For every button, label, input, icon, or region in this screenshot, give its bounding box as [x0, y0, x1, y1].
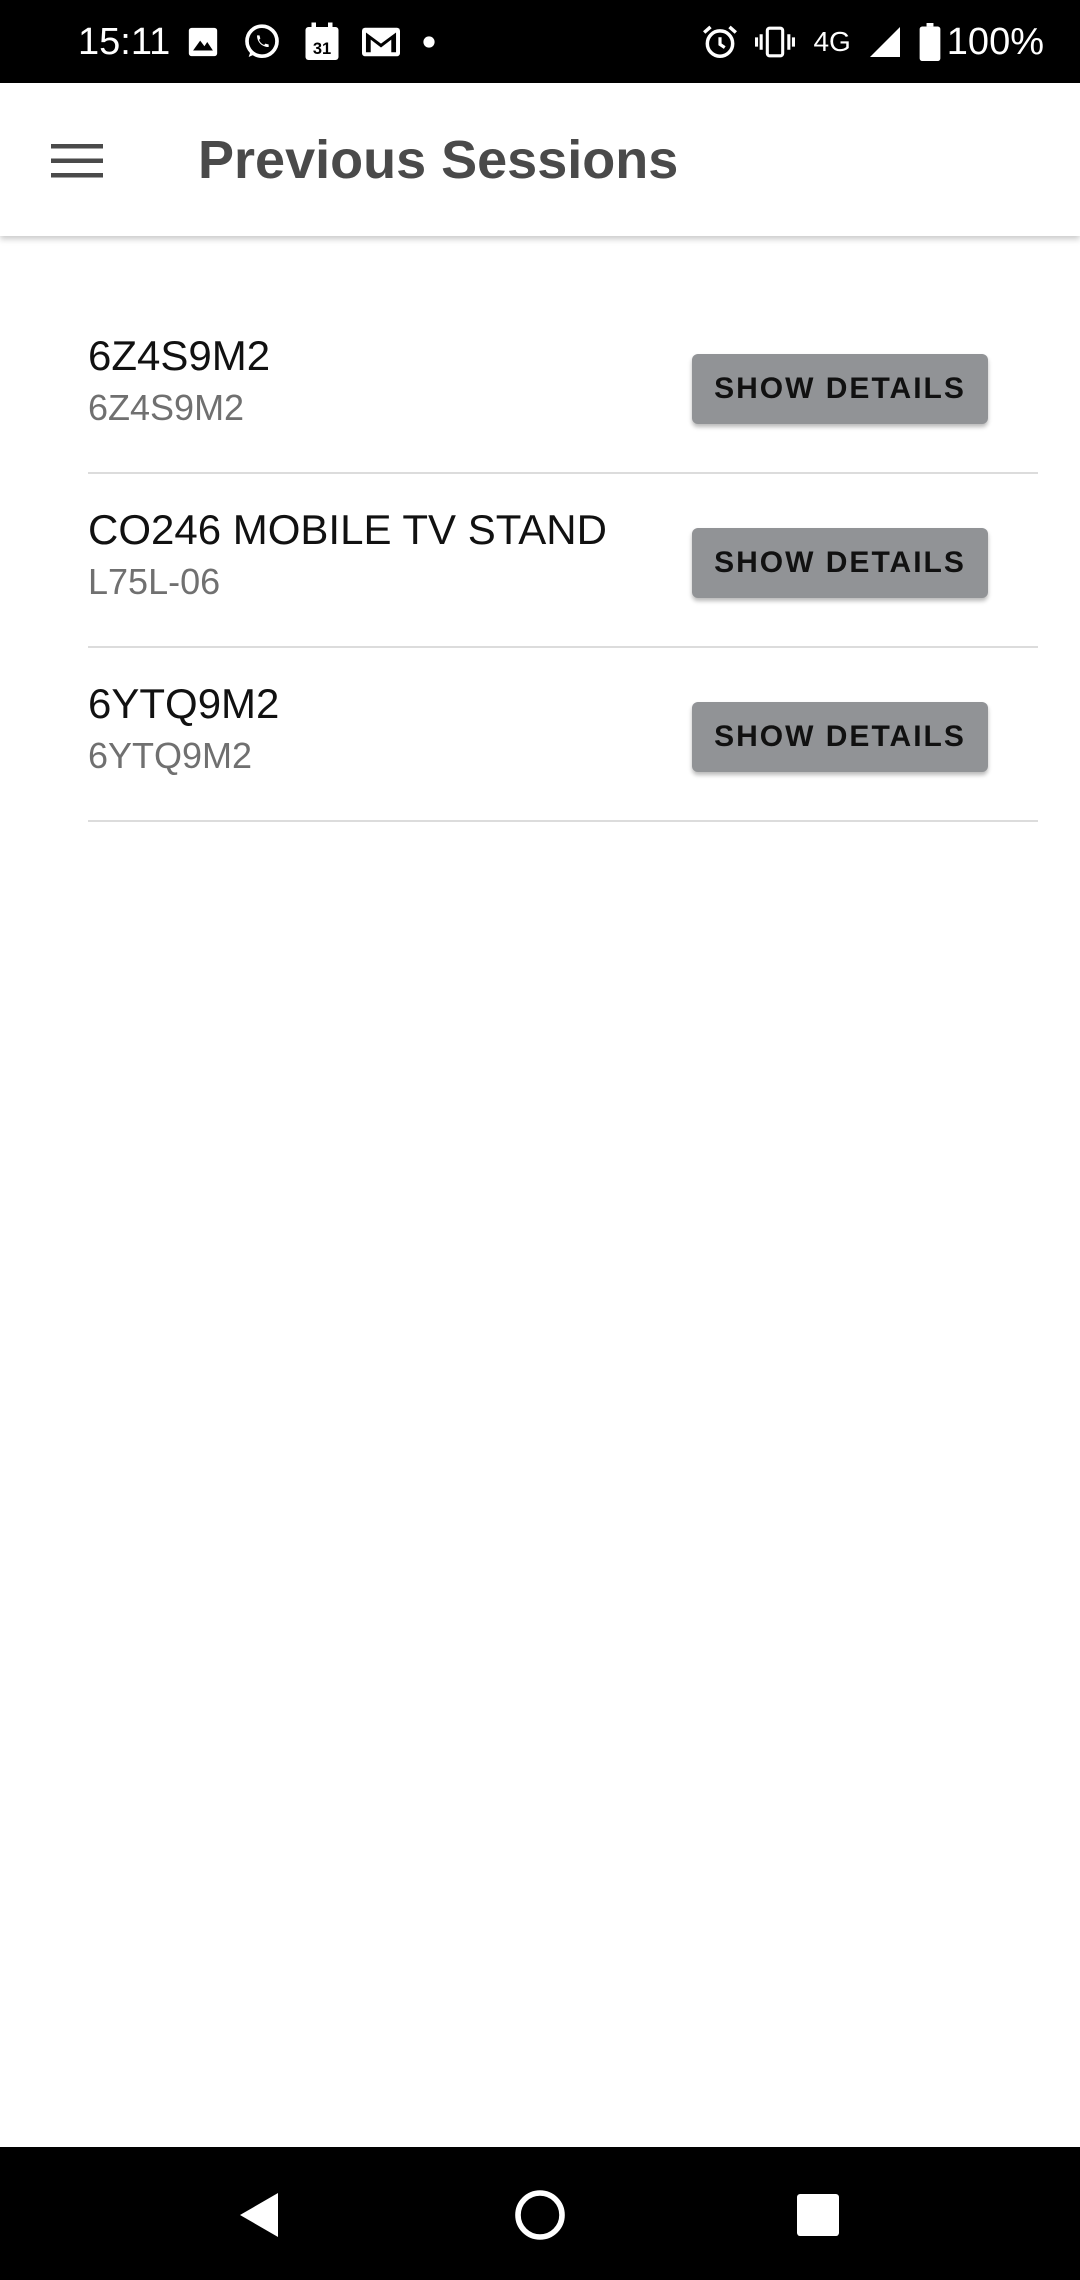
session-subtitle: 6Z4S9M2 — [88, 387, 245, 428]
signal-icon — [867, 24, 903, 60]
show-details-button[interactable]: SHOW DETAILS — [692, 354, 988, 424]
session-subtitle: 6YTQ9M2 — [88, 735, 253, 776]
status-bar: 15:11 31 4G 100% — [0, 0, 1080, 83]
calendar-icon: 31 — [304, 22, 340, 62]
back-icon — [240, 2193, 278, 2237]
session-title: 6Z4S9M2 — [88, 332, 271, 379]
battery-percentage: 100% — [946, 20, 1044, 63]
screen: 15:11 31 4G 100% Previous Sessions 6Z4S9… — [0, 0, 1080, 2280]
status-system-icons: 4G 100% — [685, 18, 1044, 66]
hamburger-menu-icon — [51, 144, 103, 178]
menu-button[interactable] — [40, 129, 114, 193]
session-title: 6YTQ9M2 — [88, 680, 280, 727]
navigation-bar — [0, 2147, 1080, 2280]
home-icon — [515, 2190, 565, 2240]
alarm-icon — [701, 23, 739, 61]
show-details-button[interactable]: SHOW DETAILS — [692, 528, 988, 598]
recents-icon — [797, 2194, 839, 2236]
status-notification-icons: 31 — [186, 20, 458, 64]
network-type-label: 4G — [813, 26, 851, 57]
calendar-day: 31 — [313, 40, 331, 58]
page-title: Previous Sessions — [198, 130, 679, 190]
back-button[interactable] — [222, 2177, 298, 2253]
whatsapp-icon — [242, 22, 282, 62]
session-row: 6Z4S9M2 6Z4S9M2 SHOW DETAILS — [88, 300, 1038, 474]
status-time: 15:11 — [78, 21, 171, 63]
session-subtitle: L75L-06 — [88, 561, 221, 602]
session-row: CO246 MOBILE TV STAND L75L-06 SHOW DETAI… — [88, 474, 1038, 648]
app-bar: Previous Sessions — [0, 83, 1080, 236]
image-icon — [186, 25, 220, 59]
recents-button[interactable] — [780, 2177, 856, 2253]
vibrate-icon — [755, 23, 796, 61]
home-button[interactable] — [502, 2177, 578, 2253]
show-details-button[interactable]: SHOW DETAILS — [692, 702, 988, 772]
battery-icon — [919, 23, 941, 61]
gmail-icon — [362, 27, 400, 57]
notification-dot-icon — [422, 35, 436, 49]
session-title: CO246 MOBILE TV STAND — [88, 506, 607, 553]
session-row: 6YTQ9M2 6YTQ9M2 SHOW DETAILS — [88, 648, 1038, 822]
session-list: 6Z4S9M2 6Z4S9M2 SHOW DETAILS CO246 MOBIL… — [88, 300, 1038, 822]
